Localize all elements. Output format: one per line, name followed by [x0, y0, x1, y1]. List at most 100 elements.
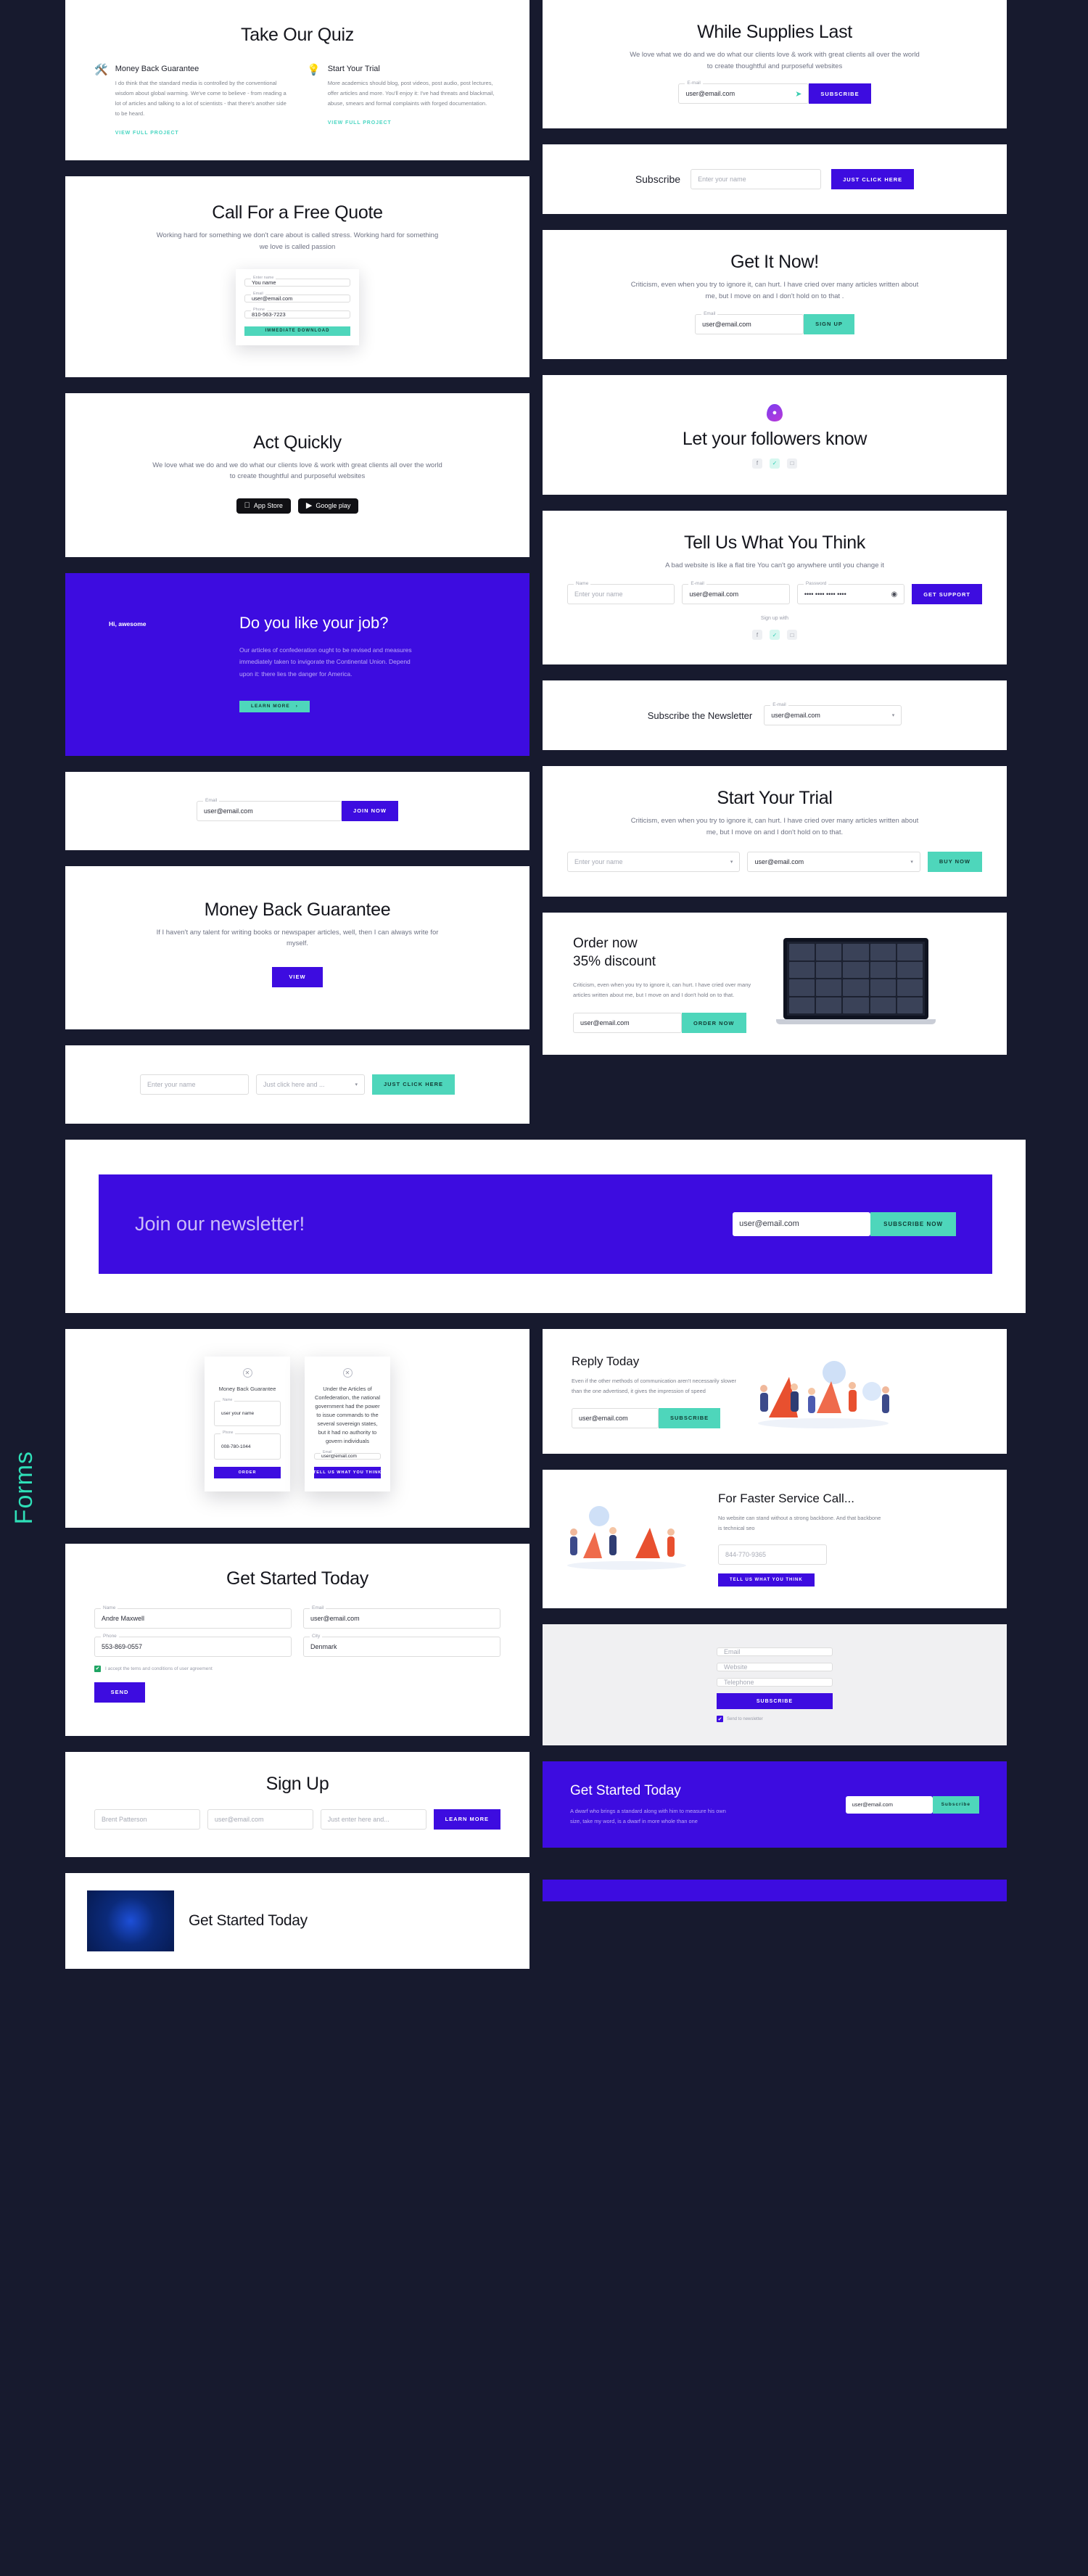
other-field[interactable]: Just enter here and... — [320, 1808, 426, 1830]
card-start-your-trial: Start Your Trial Criticism, even when yo… — [543, 766, 1007, 897]
field-value: •••• •••• •••• •••• — [804, 590, 846, 598]
chevron-down-icon[interactable]: ▾ — [730, 859, 733, 865]
subscribe-button[interactable]: Subscribe — [932, 1795, 979, 1814]
field-value: Just click here and ... — [263, 1080, 325, 1088]
field-value: user@email.com — [685, 90, 735, 98]
immediate-download-button[interactable]: IMMEDIATE DOWNLOAD — [244, 326, 350, 336]
email-field[interactable]: Email user@email.com — [197, 797, 342, 821]
send-icon[interactable]: ➤ — [795, 89, 801, 99]
name-field[interactable]: Name Andre Maxwell — [94, 1605, 292, 1629]
view-button[interactable]: VIEW — [272, 966, 323, 987]
close-icon[interactable]: ✕ — [242, 1367, 252, 1378]
subscribe-label: Subscribe — [635, 173, 681, 186]
twitter-icon[interactable]: ✓ — [770, 458, 780, 469]
google-play-button[interactable]: ▶ Google play — [297, 498, 359, 514]
name-field[interactable]: Enter your name — [139, 1074, 249, 1095]
name-field[interactable]: Enter name You name — [244, 275, 350, 287]
email-field[interactable]: user@email.com — [733, 1211, 871, 1236]
email-field[interactable]: Email user@email.com — [314, 1449, 381, 1460]
join-now-button[interactable]: JOIN NOW — [342, 800, 398, 821]
email-field[interactable]: Email user@email.com — [695, 310, 804, 334]
field-value: user@email.com — [321, 1453, 357, 1459]
name-field[interactable]: Enter your name — [691, 169, 822, 190]
chevron-down-icon: ▾ — [355, 1082, 358, 1087]
buy-now-button[interactable]: BUY NOW — [927, 851, 982, 872]
field-placeholder: 844-770-9365 — [725, 1551, 767, 1559]
name-field[interactable]: Name Enter your name — [567, 581, 675, 605]
facebook-icon[interactable]: f — [752, 630, 762, 641]
email-field[interactable]: Email user@email.com — [244, 291, 350, 303]
name-field[interactable]: Name user your name — [214, 1397, 281, 1427]
phone-field[interactable]: Phone 553-869-0557 — [94, 1633, 292, 1657]
card-just-click-here: Enter your name Just click here and ... … — [65, 1045, 529, 1124]
card-while-supplies-last: While Supplies Last We love what we do a… — [543, 0, 1007, 129]
field-label: Phone — [101, 1633, 119, 1639]
chevron-down-icon[interactable]: ▾ — [910, 859, 913, 865]
order-button[interactable]: ORDER — [214, 1466, 281, 1478]
subscribe-button[interactable]: SUBSCRIBE — [659, 1407, 721, 1428]
page-title: For Faster Service Call... — [718, 1491, 854, 1505]
learn-more-button[interactable]: LEARN MORE — [433, 1808, 500, 1830]
page-title: Money Back Guarantee — [204, 899, 391, 920]
instagram-icon[interactable]: □ — [787, 458, 797, 469]
website-field[interactable]: Website — [717, 1663, 833, 1672]
newsletter-section: Join our newsletter! user@email.com SUBS… — [0, 1124, 1088, 1313]
email-field[interactable]: E-mail user@email.com ▾ — [764, 702, 902, 726]
just-click-here-button[interactable]: JUST CLICK HERE — [371, 1074, 456, 1095]
email-field[interactable]: user@email.com — [845, 1795, 933, 1814]
send-button[interactable]: SEND — [94, 1682, 145, 1703]
phone-field[interactable]: 844-770-9365 — [718, 1544, 827, 1565]
select-field[interactable]: Just click here and ... ▾ — [255, 1074, 365, 1095]
laptop-illustration — [776, 938, 936, 1029]
email-field[interactable]: Email user@email.com — [303, 1605, 500, 1629]
email-field[interactable]: user@email.com ▾ — [747, 851, 920, 872]
card-newsletter: Join our newsletter! user@email.com SUBS… — [65, 1139, 1026, 1313]
close-icon[interactable]: ✕ — [342, 1367, 353, 1378]
card-order-now: Order now 35% discount Criticism, even wh… — [543, 912, 1007, 1055]
just-click-here-button[interactable]: JUST CLICK HERE — [831, 169, 915, 190]
app-store-button[interactable]:  App Store — [236, 498, 291, 514]
subscribe-button[interactable]: SUBSCRIBE — [717, 1693, 833, 1710]
email-field[interactable]: user@email.com — [573, 1013, 682, 1034]
page-title: While Supplies Last — [697, 22, 852, 42]
name-field[interactable]: Enter your name ▾ — [567, 851, 741, 872]
instagram-icon[interactable]: □ — [787, 630, 797, 641]
email-field[interactable]: Email — [717, 1647, 833, 1657]
sign-up-button[interactable]: SIGN UP — [804, 313, 854, 334]
field-label: Email — [203, 797, 220, 803]
feature-item: 💡 Start Your Trial More academics should… — [307, 65, 500, 136]
phone-field[interactable]: Phone 810-563-7223 — [244, 307, 350, 318]
feature-body: I do think that the standard media is co… — [115, 80, 287, 118]
newsletter-checkbox[interactable]: ✔ — [717, 1716, 723, 1723]
field-value: user@email.com — [252, 295, 293, 302]
tell-us-button[interactable]: TELL US WHAT YOU THINK — [313, 1466, 381, 1478]
name-field[interactable]: Brent Patterson — [94, 1808, 200, 1830]
subscribe-now-button[interactable]: SUBSCRIBE NOW — [870, 1211, 956, 1236]
field-label: Name — [574, 581, 591, 587]
twitter-icon[interactable]: ✓ — [770, 630, 780, 641]
view-full-project-link[interactable]: VIEW FULL PROJECT — [328, 120, 500, 125]
subtitle: Criticism, even when you try to ignore i… — [630, 817, 919, 837]
page-title: Join our newsletter! — [135, 1212, 305, 1235]
view-full-project-link[interactable]: VIEW FULL PROJECT — [115, 131, 288, 136]
facebook-icon[interactable]: f — [752, 458, 762, 469]
field-placeholder: Telephone — [724, 1679, 754, 1687]
chevron-down-icon[interactable]: ▾ — [892, 712, 895, 718]
learn-more-button[interactable]: LEARN MORE › — [239, 700, 310, 712]
city-field[interactable]: City Denmark — [303, 1633, 500, 1657]
eye-icon[interactable]: ◉ — [891, 590, 897, 598]
email-field[interactable]: E-mail user@email.com ➤ — [678, 81, 809, 104]
email-field[interactable]: user@email.com — [207, 1808, 313, 1830]
password-field[interactable]: Password •••• •••• •••• •••• ◉ — [796, 581, 905, 605]
get-support-button[interactable]: GET SUPPORT — [912, 584, 982, 605]
page-title: Start Your Trial — [717, 788, 833, 809]
tell-us-button[interactable]: TELL US WHAT YOU THINK — [718, 1573, 815, 1587]
email-field[interactable]: E-mail user@email.com — [682, 581, 790, 605]
email-field[interactable]: user@email.com — [572, 1407, 659, 1428]
telephone-field[interactable]: Telephone — [717, 1678, 833, 1687]
field-label: E-mail — [770, 702, 788, 708]
phone-field[interactable]: Phone 008-780-1044 — [214, 1431, 281, 1460]
order-now-button[interactable]: ORDER NOW — [682, 1013, 746, 1034]
terms-checkbox[interactable]: ✔ — [94, 1665, 101, 1672]
subscribe-button[interactable]: SUBSCRIBE — [809, 83, 871, 104]
